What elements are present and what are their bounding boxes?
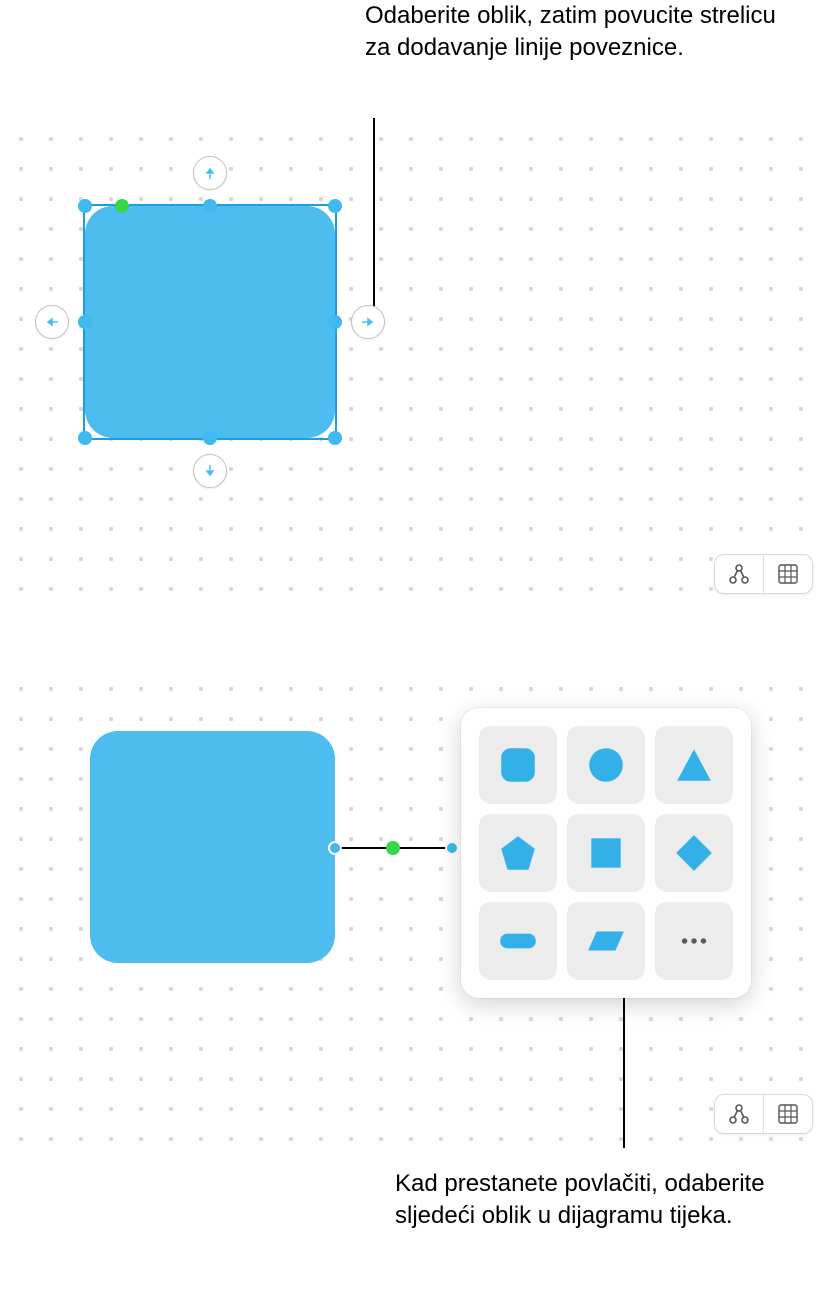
canvas-selected-shape <box>0 118 827 608</box>
connect-arrow-down[interactable] <box>193 454 227 488</box>
picker-shape-circle[interactable] <box>567 726 645 804</box>
picker-shape-pill[interactable] <box>479 902 557 980</box>
canvas-toolbar <box>714 1094 813 1134</box>
connect-arrow-up[interactable] <box>193 156 227 190</box>
picker-shape-pentagon[interactable] <box>479 814 557 892</box>
rotate-handle[interactable] <box>115 199 129 213</box>
resize-handle-tr[interactable] <box>328 199 342 213</box>
diagram-mode-button[interactable] <box>715 1095 763 1133</box>
connector-endpoint-start[interactable] <box>328 841 342 855</box>
callout-bottom: Kad prestanete povlačiti, odaberite slje… <box>395 1168 815 1233</box>
resize-handle-tl[interactable] <box>78 199 92 213</box>
picker-shape-parallelogram[interactable] <box>567 902 645 980</box>
resize-handle-bm[interactable] <box>203 431 217 445</box>
resize-handle-bl[interactable] <box>78 431 92 445</box>
connector-midpoint[interactable] <box>386 841 400 855</box>
callout-leader-bottom <box>623 998 625 1148</box>
connect-arrow-right[interactable] <box>351 305 385 339</box>
canvas-shape-picker <box>0 668 827 1148</box>
callout-leader-top <box>373 118 375 308</box>
source-shape[interactable] <box>90 731 335 963</box>
connect-arrow-left[interactable] <box>35 305 69 339</box>
resize-handle-tm[interactable] <box>203 199 217 213</box>
diagram-mode-button[interactable] <box>715 555 763 593</box>
resize-handle-br[interactable] <box>328 431 342 445</box>
selected-shape[interactable] <box>85 206 335 438</box>
grid-toggle-button[interactable] <box>764 1095 812 1133</box>
picker-shape-square[interactable] <box>567 814 645 892</box>
callout-top: Odaberite oblik, zatim povucite strelicu… <box>365 0 805 65</box>
picker-shape-triangle[interactable] <box>655 726 733 804</box>
grid-toggle-button[interactable] <box>764 555 812 593</box>
resize-handle-mr[interactable] <box>328 315 342 329</box>
picker-shape-rounded-square[interactable] <box>479 726 557 804</box>
connector-endpoint-end[interactable] <box>445 841 459 855</box>
shape-picker-popover <box>461 708 751 998</box>
resize-handle-ml[interactable] <box>78 315 92 329</box>
canvas-toolbar <box>714 554 813 594</box>
picker-shape-diamond[interactable] <box>655 814 733 892</box>
picker-shape-more[interactable] <box>655 902 733 980</box>
